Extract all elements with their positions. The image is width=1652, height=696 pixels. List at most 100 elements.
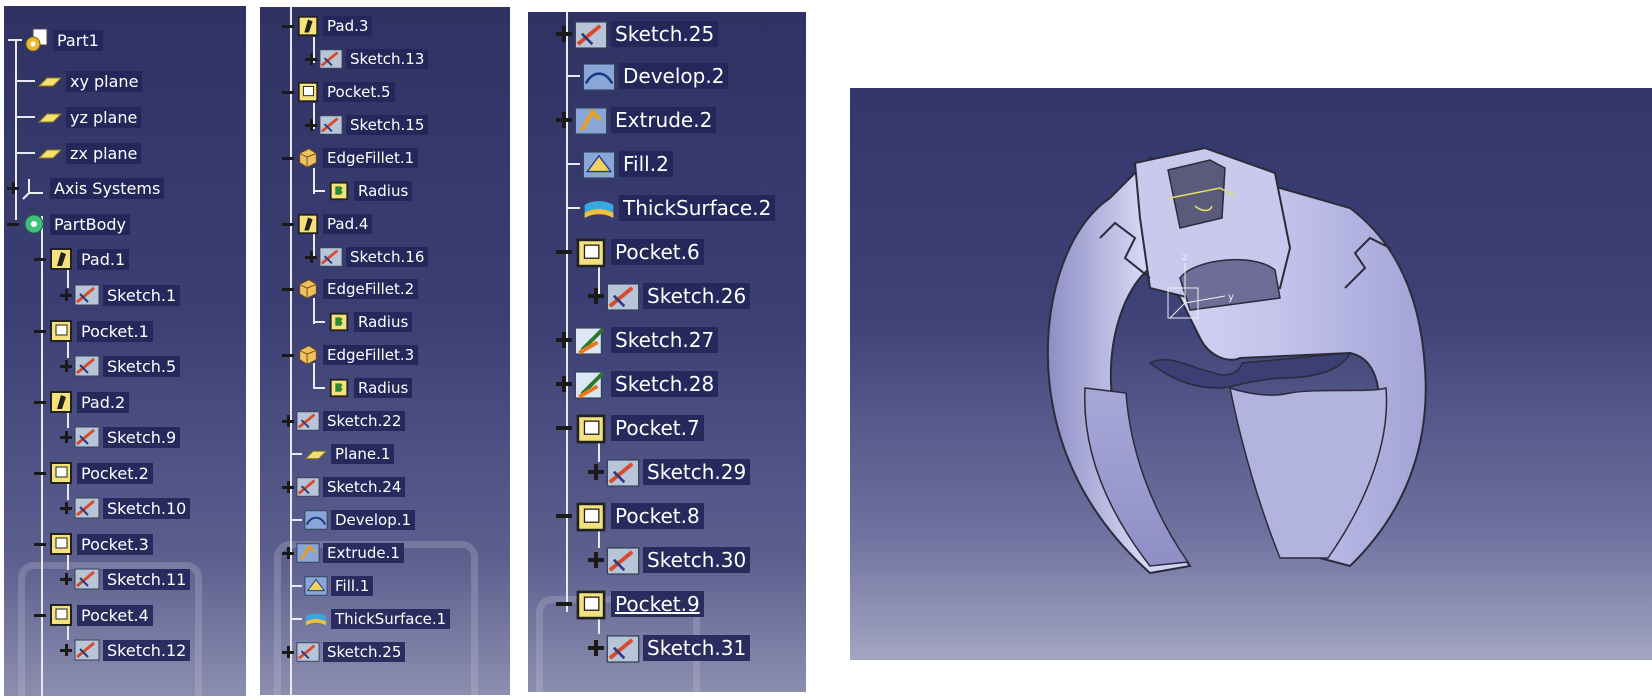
collapse-minus-icon[interactable] [34, 325, 46, 337]
3d-viewport[interactable]: y z [850, 88, 1652, 660]
expand-plus-icon[interactable] [588, 464, 604, 480]
tree-item-fill-2[interactable]: Fill.2 [566, 150, 673, 179]
specification-tree-panel-1[interactable]: Part1 xy plane yz plane zx plane Axis System… [4, 6, 246, 696]
expand-plus-icon[interactable] [556, 26, 572, 42]
expand-plus-icon[interactable] [60, 289, 72, 301]
expand-plus-icon[interactable] [556, 332, 572, 348]
tree-item-edgefillet-3[interactable]: EdgeFillet.3 [282, 341, 419, 369]
tree-item-extrude-2[interactable]: Extrude.2 [556, 106, 717, 135]
tree-item-edgefillet-1[interactable]: EdgeFillet.1 [282, 144, 419, 172]
expand-plus-icon[interactable] [60, 502, 72, 514]
collapse-minus-icon[interactable] [7, 218, 19, 230]
collapse-minus-icon[interactable] [282, 20, 294, 32]
tree-item-radius[interactable]: Radius [313, 177, 413, 205]
expand-plus-icon[interactable] [556, 376, 572, 392]
expand-plus-icon[interactable] [588, 288, 604, 304]
tree-item-partbody[interactable]: PartBody [7, 210, 130, 238]
tree-item-thicksurface-2[interactable]: ThickSurface.2 [566, 194, 776, 222]
tree-item-fill-1[interactable]: Fill.1 [290, 572, 374, 600]
tree-item-sketch-26[interactable]: Sketch.26 [588, 282, 751, 311]
tree-item-sketch-25[interactable]: Sketch.25 [282, 638, 406, 666]
expand-plus-icon[interactable] [282, 415, 294, 427]
expand-plus-icon[interactable] [305, 53, 317, 65]
collapse-minus-icon[interactable] [282, 349, 294, 361]
tree-item-label: Pocket.2 [77, 462, 153, 484]
collapse-minus-icon[interactable] [34, 396, 46, 408]
tree-item-sketch-5[interactable]: Sketch.5 [60, 352, 181, 380]
tree-item-sketch-9[interactable]: Sketch.9 [60, 423, 181, 451]
tree-item-pad-4[interactable]: Pad.4 [282, 210, 373, 238]
tree-item-radius[interactable]: Radius [313, 374, 413, 402]
collapse-minus-icon[interactable] [34, 609, 46, 621]
expand-plus-icon[interactable] [588, 552, 604, 568]
tree-item-axis-systems[interactable]: Axis Systems [7, 174, 165, 202]
tree-item-zx-plane[interactable]: zx plane [15, 139, 142, 167]
tree-branch-connector [313, 321, 325, 323]
expand-plus-icon[interactable] [556, 112, 572, 128]
tree-item-sketch-24[interactable]: Sketch.24 [282, 473, 406, 501]
tree-item-thicksurface-1[interactable]: ThickSurface.1 [290, 605, 451, 633]
tree-item-extrude-1[interactable]: Extrude.1 [282, 539, 404, 567]
collapse-minus-icon[interactable] [34, 467, 46, 479]
collapse-minus-icon[interactable] [34, 253, 46, 265]
tree-item-sketch-22[interactable]: Sketch.22 [282, 407, 406, 435]
collapse-minus-icon[interactable] [556, 244, 572, 260]
tree-item-pocket-9[interactable]: Pocket.9 [556, 590, 704, 620]
tree-item-pocket-4[interactable]: Pocket.4 [34, 601, 153, 629]
tree-item-pocket-5[interactable]: Pocket.5 [282, 78, 395, 106]
specification-tree-panel-2[interactable]: Pad.3 Sketch.13 Pocket.5 Sketch.15 EdgeFille… [260, 7, 510, 695]
collapse-minus-icon[interactable] [282, 152, 294, 164]
tree-item-pad-1[interactable]: Pad.1 [34, 245, 130, 273]
tree-item-part1[interactable]: Part1 [8, 26, 103, 54]
tree-item-develop-2[interactable]: Develop.2 [566, 62, 729, 91]
tree-item-pocket-3[interactable]: Pocket.3 [34, 530, 153, 558]
tree-item-pocket-6[interactable]: Pocket.6 [556, 238, 704, 268]
tree-item-sketch-29[interactable]: Sketch.29 [588, 458, 751, 487]
tree-item-label: Pocket.1 [77, 320, 153, 342]
tree-item-yz-plane[interactable]: yz plane [15, 103, 142, 131]
expand-plus-icon[interactable] [282, 547, 294, 559]
collapse-minus-icon[interactable] [556, 596, 572, 612]
tree-item-sketch-12[interactable]: Sketch.12 [60, 636, 191, 664]
tree-item-sketch-1[interactable]: Sketch.1 [60, 281, 181, 309]
expand-plus-icon[interactable] [7, 182, 19, 194]
tree-item-sketch-27[interactable]: Sketch.27 [556, 326, 719, 355]
ring-clip-3d-model[interactable]: y z [850, 88, 1652, 660]
tree-item-sketch-31[interactable]: Sketch.31 [588, 634, 751, 663]
tree-item-sketch-13[interactable]: Sketch.13 [305, 45, 429, 73]
tree-item-sketch-11[interactable]: Sketch.11 [60, 565, 191, 593]
expand-plus-icon[interactable] [282, 481, 294, 493]
tree-item-sketch-28[interactable]: Sketch.28 [556, 370, 719, 399]
tree-item-edgefillet-2[interactable]: EdgeFillet.2 [282, 275, 419, 303]
tree-item-pocket-8[interactable]: Pocket.8 [556, 502, 704, 532]
collapse-minus-icon[interactable] [556, 508, 572, 524]
expand-plus-icon[interactable] [60, 431, 72, 443]
tree-item-radius[interactable]: Radius [313, 308, 413, 336]
tree-item-xy-plane[interactable]: xy plane [15, 67, 143, 95]
expand-plus-icon[interactable] [305, 251, 317, 263]
collapse-minus-icon[interactable] [282, 218, 294, 230]
tree-item-plane-1[interactable]: Plane.1 [290, 440, 395, 468]
tree-item-sketch-15[interactable]: Sketch.15 [305, 111, 429, 139]
tree-item-sketch-10[interactable]: Sketch.10 [60, 494, 191, 522]
specification-tree-panel-3[interactable]: Sketch.25 Develop.2 Extrude.2 Fill.2 ThickSu… [528, 12, 806, 692]
tree-item-sketch-16[interactable]: Sketch.16 [305, 243, 429, 271]
tree-item-pocket-2[interactable]: Pocket.2 [34, 459, 153, 487]
collapse-minus-icon[interactable] [282, 86, 294, 98]
collapse-minus-icon[interactable] [556, 420, 572, 436]
tree-item-pocket-1[interactable]: Pocket.1 [34, 317, 153, 345]
expand-plus-icon[interactable] [588, 640, 604, 656]
expand-plus-icon[interactable] [60, 573, 72, 585]
tree-item-pad-3[interactable]: Pad.3 [282, 12, 373, 40]
collapse-minus-icon[interactable] [282, 283, 294, 295]
tree-item-develop-1[interactable]: Develop.1 [290, 506, 416, 534]
collapse-minus-icon[interactable] [34, 538, 46, 550]
expand-plus-icon[interactable] [305, 119, 317, 131]
tree-item-pocket-7[interactable]: Pocket.7 [556, 414, 704, 444]
tree-item-pad-2[interactable]: Pad.2 [34, 388, 130, 416]
tree-item-sketch-25[interactable]: Sketch.25 [556, 20, 719, 49]
tree-item-sketch-30[interactable]: Sketch.30 [588, 546, 751, 575]
expand-plus-icon[interactable] [282, 646, 294, 658]
expand-plus-icon[interactable] [60, 644, 72, 656]
expand-plus-icon[interactable] [60, 360, 72, 372]
